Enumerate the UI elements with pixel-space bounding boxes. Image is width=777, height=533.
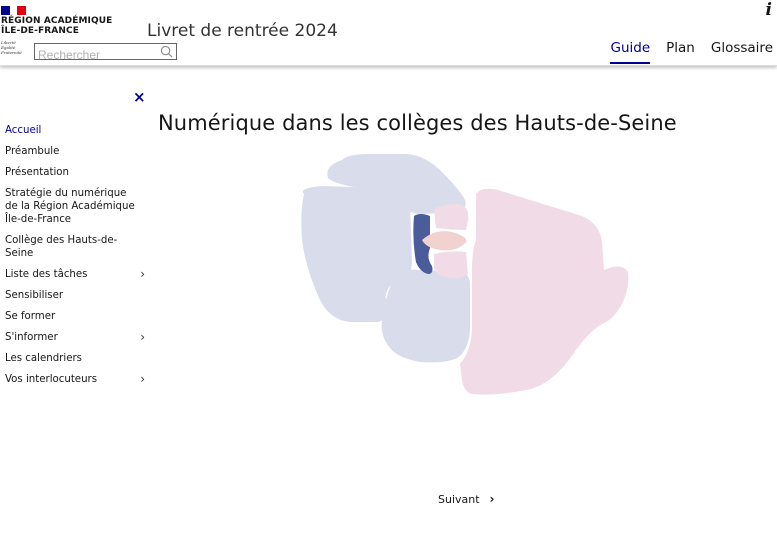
header: RÉGION ACADÉMIQUE ÎLE-DE-FRANCE Liberté … (0, 0, 777, 66)
sidebar-item-label: Collège des Hauts-de-Seine (5, 235, 118, 259)
republic-motto: Liberté Égalité Fraternité (1, 40, 23, 55)
sidebar-item-label: S'informer (5, 332, 58, 343)
sidebar-item-strategie[interactable]: Stratégie du numérique de la Région Acad… (5, 185, 145, 228)
sidebar-item-label: Vos interlocuteurs (5, 374, 98, 385)
sidebar-item-label: Les calendriers (5, 353, 82, 364)
sidebar-item-label: Préambule (5, 146, 60, 157)
info-icon[interactable]: i (766, 2, 772, 19)
sidebar-item-liste-taches[interactable]: Liste des tâches › (5, 266, 145, 283)
chevron-right-icon: › (489, 492, 495, 506)
sidebar-item-interlocuteurs[interactable]: Vos interlocuteurs › (5, 371, 145, 388)
close-sidebar-icon[interactable]: × (133, 88, 146, 106)
search-box (34, 43, 177, 63)
sidebar: Accueil Préambule Présentation Stratégie… (5, 122, 145, 392)
map-shape-pink-bottom (434, 251, 468, 279)
sidebar-item-label: Présentation (5, 167, 69, 178)
marianne-flag-logo[interactable] (1, 6, 26, 15)
sidebar-item-preambule[interactable]: Préambule (5, 143, 145, 160)
logo-line-2: ÎLE-DE-FRANCE (1, 25, 79, 36)
chevron-right-icon[interactable]: › (140, 373, 145, 386)
hauts-de-seine-map-illustration (301, 154, 629, 395)
map-shape-pink-top (434, 204, 469, 230)
sidebar-item-presentation[interactable]: Présentation (5, 164, 145, 181)
sidebar-item-sensibiliser[interactable]: Sensibiliser (5, 287, 145, 304)
chevron-right-icon[interactable]: › (140, 268, 145, 281)
chevron-right-icon[interactable]: › (140, 331, 145, 344)
motto-line-3: Fraternité (1, 50, 22, 55)
site-title: Livret de rentrée 2024 (147, 21, 338, 41)
nav-guide[interactable]: Guide (610, 40, 651, 64)
sidebar-item-se-former[interactable]: Se former (5, 308, 145, 325)
main-nav: Guide Plan Glossaire (610, 40, 773, 64)
sidebar-item-s-informer[interactable]: S'informer › (5, 329, 145, 346)
sidebar-item-label: Liste des tâches (5, 269, 88, 280)
sidebar-item-accueil[interactable]: Accueil (5, 122, 145, 139)
sidebar-item-label: Sensibiliser (5, 290, 64, 301)
next-label: Suivant (438, 492, 480, 506)
map-shape-right (460, 188, 629, 395)
search-icon[interactable] (160, 45, 173, 58)
page-title: Numérique dans les collèges des Hauts-de… (158, 111, 677, 135)
sidebar-item-label: Se former (5, 311, 56, 322)
sidebar-item-label: Accueil (5, 125, 42, 136)
sidebar-item-label: Stratégie du numérique de la Région Acad… (5, 188, 135, 225)
sidebar-item-calendriers[interactable]: Les calendriers (5, 350, 145, 367)
search-input[interactable] (35, 47, 153, 63)
institution-logo-text[interactable]: RÉGION ACADÉMIQUE ÎLE-DE-FRANCE (1, 16, 112, 36)
map-shape-bottom-left (381, 269, 470, 363)
nav-plan[interactable]: Plan (666, 40, 695, 64)
next-page-button[interactable]: Suivant › (438, 492, 495, 506)
sidebar-item-college[interactable]: Collège des Hauts-de-Seine (5, 232, 145, 262)
nav-glossaire[interactable]: Glossaire (711, 40, 773, 64)
